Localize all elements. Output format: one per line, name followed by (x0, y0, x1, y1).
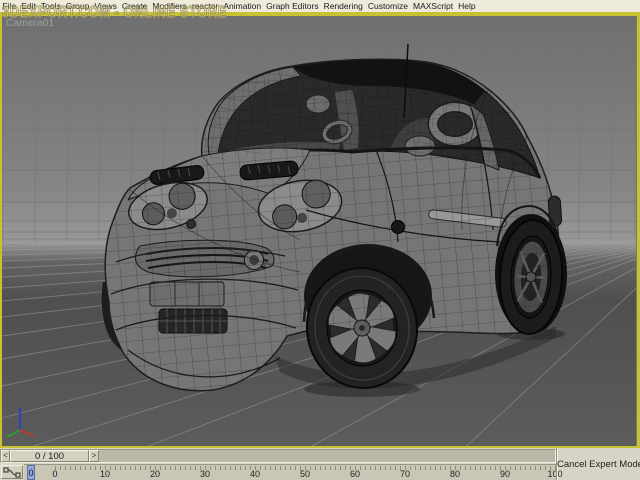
time-slider-track[interactable]: < 0 / 100 > (0, 449, 556, 463)
menu-item-group[interactable]: Group (63, 1, 92, 11)
menu-item-reactor[interactable]: reactor (189, 1, 220, 11)
menu-item-help[interactable]: Help (456, 1, 478, 11)
bottom-bar: < 0 / 100 > 0 0 10 20 30 40 50 60 70 80 90 100 Can… (0, 448, 640, 480)
menu-item-create[interactable]: Create (119, 1, 150, 11)
expert-mode-panel: Cancel Expert Mode (557, 448, 640, 480)
previous-frame-button[interactable]: < (1, 450, 10, 462)
frame-tick-label-50: 50 (299, 469, 311, 479)
viewport-canvas (2, 16, 636, 446)
current-frame-marker[interactable]: 0 (27, 465, 35, 480)
menu-item-modifiers[interactable]: Modifiers (150, 1, 189, 11)
frame-tick-label-80: 80 (449, 469, 461, 479)
frame-tick-label-90: 90 (499, 469, 511, 479)
menu-item-tools[interactable]: Tools (38, 1, 63, 11)
menu-item-maxscript[interactable]: MAXScript (410, 1, 455, 11)
axis-tripod-icon (6, 408, 35, 438)
menu-item-file[interactable]: File (0, 1, 19, 11)
next-frame-button[interactable]: > (89, 450, 99, 462)
frame-tick-label-0: 0 (52, 469, 58, 479)
left-arrow-icon: < (3, 451, 8, 460)
frame-tick-label-40: 40 (249, 469, 261, 479)
frame-tick-label-20: 20 (149, 469, 161, 479)
curve-editor-icon (3, 467, 21, 478)
menu-bar: File Edit Tools Group Views Create Modifiers re… (0, 0, 640, 12)
menu-item-graph-editors[interactable]: Graph Editors (264, 1, 321, 11)
menu-item-customize[interactable]: Customize (365, 1, 410, 11)
menu-item-animation[interactable]: Animation (221, 1, 264, 11)
menu-item-edit[interactable]: Edit (19, 1, 39, 11)
mini-curve-editor-button[interactable] (1, 465, 23, 479)
track-bar: 0 0 10 20 30 40 50 60 70 80 90 100 (0, 464, 563, 480)
track-bar-ruler[interactable]: 0 0 10 20 30 40 50 60 70 80 90 100 (24, 464, 563, 480)
menu-item-views[interactable]: Views (92, 1, 120, 11)
frame-tick-label-60: 60 (349, 469, 361, 479)
viewport-camera01[interactable]: Camera01 (2, 16, 637, 446)
right-arrow-icon: > (91, 451, 97, 460)
frame-tick-label-10: 10 (99, 469, 111, 479)
cancel-expert-mode-button[interactable]: Cancel Expert Mode (557, 459, 640, 470)
time-slider-handle[interactable]: 0 / 100 (10, 450, 89, 462)
frame-tick-label-70: 70 (399, 469, 411, 479)
viewport-label[interactable]: Camera01 (6, 18, 54, 29)
viewport-frame: Camera01 (0, 12, 640, 448)
frame-tick-label-30: 30 (199, 469, 211, 479)
menu-item-rendering[interactable]: Rendering (321, 1, 365, 11)
